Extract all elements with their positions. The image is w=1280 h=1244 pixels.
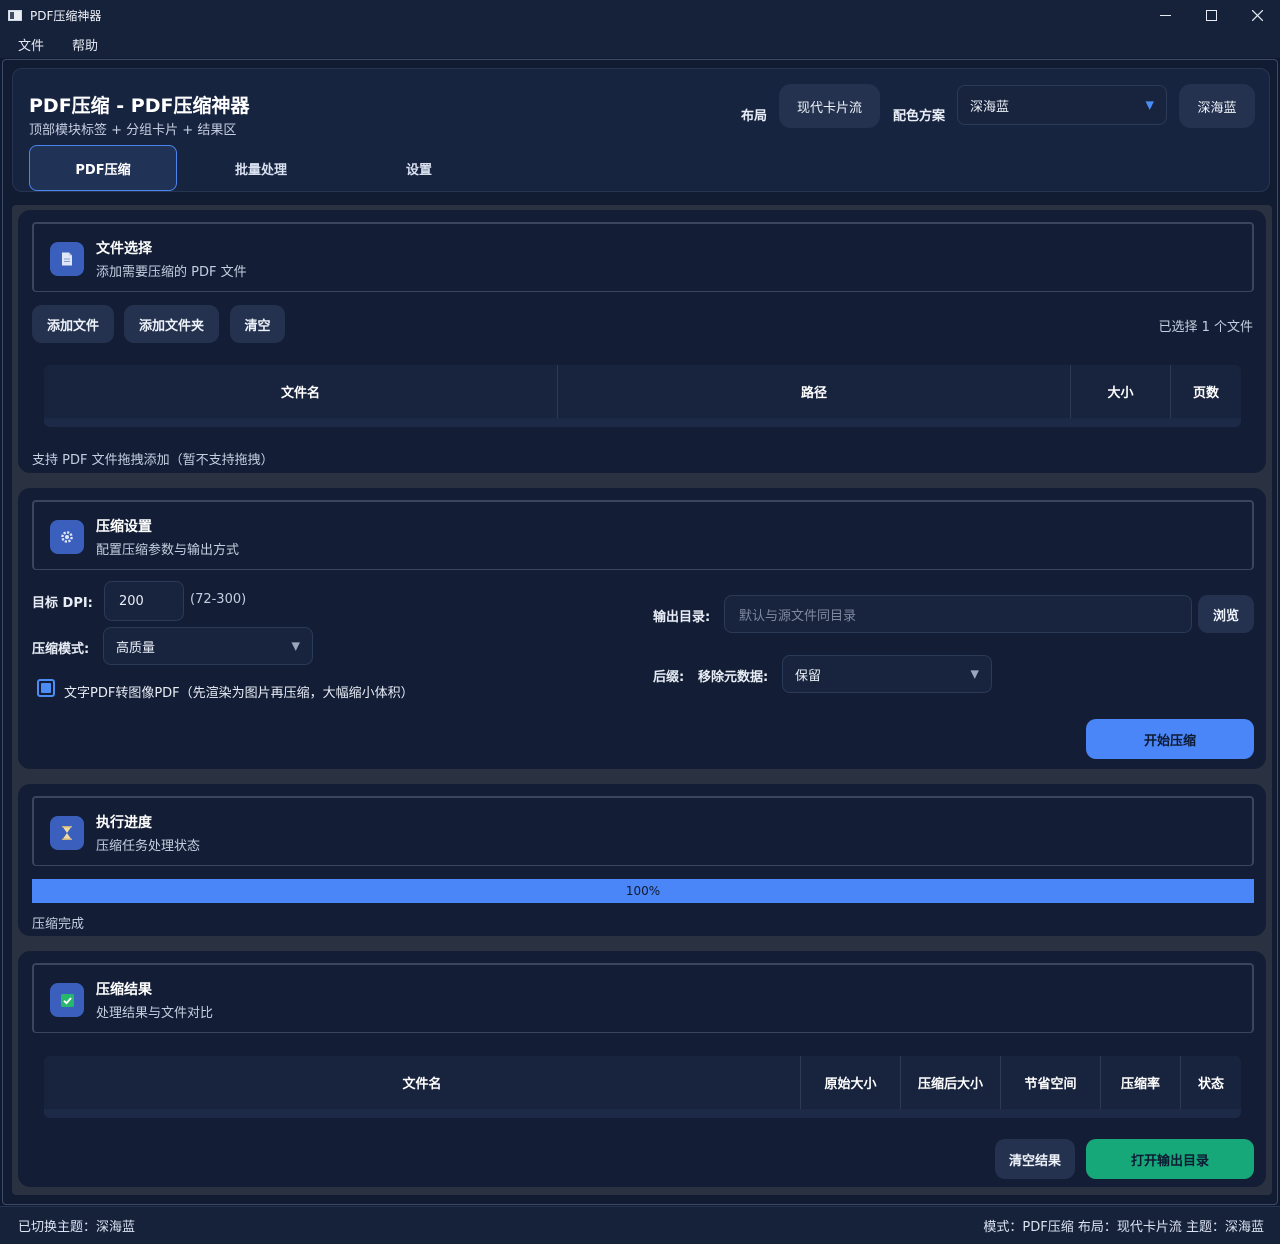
minimize-icon[interactable] <box>1142 0 1188 30</box>
tab-batch[interactable]: 批量处理 <box>187 145 335 191</box>
file-table-header: 文件名 路径 大小 页数 <box>44 365 1241 418</box>
status-message: 已切换主题：深海蓝 <box>18 1220 136 1235</box>
scheme-select-value: 深海蓝 <box>970 99 1010 115</box>
window-controls <box>1142 0 1280 30</box>
start-compress-button[interactable]: 开始压缩 <box>1086 719 1254 759</box>
card-header: 执行进度 压缩任务处理状态 <box>32 796 1254 866</box>
chevron-down-icon: ▼ <box>1145 98 1154 112</box>
file-selection-card: 文件选择 添加需要压缩的 PDF 文件 添加文件 添加文件夹 清空 已选择 1 … <box>18 210 1266 473</box>
page-title: PDF压缩 - PDF压缩神器 <box>29 95 250 117</box>
clear-button[interactable]: 清空 <box>230 305 285 343</box>
window-title: PDF压缩神器 <box>30 8 102 23</box>
document-icon <box>50 242 84 276</box>
file-table[interactable]: 文件名 路径 大小 页数 <box>44 365 1241 427</box>
add-folder-button[interactable]: 添加文件夹 <box>124 305 219 343</box>
column-header[interactable]: 页数 <box>1171 365 1241 418</box>
card-subtitle: 处理结果与文件对比 <box>96 1006 214 1021</box>
selected-count: 已选择 1 个文件 <box>1158 320 1253 335</box>
column-header[interactable]: 文件名 <box>44 365 558 418</box>
open-output-button[interactable]: 打开输出目录 <box>1086 1139 1254 1179</box>
header-card: PDF压缩 - PDF压缩神器 顶部模块标签 + 分组卡片 + 结果区 PDF压… <box>12 68 1270 192</box>
tab-pdf-compress[interactable]: PDF压缩 <box>29 145 177 191</box>
theme-button[interactable]: 深海蓝 <box>1179 84 1255 128</box>
status-info: 模式：PDF压缩 布局：现代卡片流 主题：深海蓝 <box>983 1220 1264 1235</box>
convert-checkbox[interactable] <box>37 679 55 697</box>
menu-file[interactable]: 文件 <box>10 35 52 54</box>
column-header[interactable]: 原始大小 <box>801 1056 901 1109</box>
title-bar: PDF压缩神器 <box>0 0 1280 30</box>
metadata-label: 移除元数据: <box>698 670 769 685</box>
metadata-select-value: 保留 <box>795 668 822 684</box>
output-label: 输出目录: <box>653 610 711 625</box>
output-dir-input[interactable]: 默认与源文件同目录 <box>724 595 1192 633</box>
app-icon <box>8 9 22 21</box>
card-title: 压缩结果 <box>96 982 152 998</box>
card-subtitle: 添加需要压缩的 PDF 文件 <box>96 265 247 280</box>
gear-icon <box>50 520 84 554</box>
progress-track: 100% <box>32 879 1254 903</box>
card-header: 文件选择 添加需要压缩的 PDF 文件 <box>32 222 1254 292</box>
metadata-select[interactable]: 保留 ▼ <box>782 655 992 693</box>
chevron-down-icon: ▼ <box>970 667 979 681</box>
clear-results-button[interactable]: 清空结果 <box>995 1139 1075 1179</box>
status-bar: 已切换主题：深海蓝 模式：PDF压缩 布局：现代卡片流 主题：深海蓝 <box>0 1206 1280 1244</box>
progress-status: 压缩完成 <box>32 917 85 932</box>
dpi-input[interactable]: 200 <box>104 581 184 621</box>
file-table-body <box>44 418 1241 427</box>
scheme-select[interactable]: 深海蓝 ▼ <box>957 85 1167 125</box>
mode-select-value: 高质量 <box>116 640 156 656</box>
convert-label: 文字PDF转图像PDF（先渲染为图片再压缩，大幅缩小体积） <box>64 686 414 701</box>
card-title: 文件选择 <box>96 241 152 257</box>
main-frame: PDF压缩 - PDF压缩神器 顶部模块标签 + 分组卡片 + 结果区 PDF压… <box>2 59 1278 1205</box>
tab-settings[interactable]: 设置 <box>345 145 493 191</box>
result-card: 压缩结果 处理结果与文件对比 文件名 原始大小 压缩后大小 节省空间 压缩率 状… <box>18 951 1266 1187</box>
dpi-range: (72-300) <box>190 592 247 607</box>
card-header: 压缩设置 配置压缩参数与输出方式 <box>32 500 1254 570</box>
result-table-body <box>44 1109 1241 1118</box>
column-header[interactable]: 状态 <box>1181 1056 1241 1109</box>
menu-bar: 文件 帮助 <box>0 30 1280 58</box>
maximize-icon[interactable] <box>1188 0 1234 30</box>
dpi-label: 目标 DPI: <box>32 596 93 611</box>
column-header[interactable]: 文件名 <box>44 1056 801 1109</box>
progress-bar: 100% <box>32 879 1254 903</box>
menu-help[interactable]: 帮助 <box>64 35 106 54</box>
layout-button[interactable]: 现代卡片流 <box>779 84 880 128</box>
column-header[interactable]: 压缩率 <box>1101 1056 1181 1109</box>
card-header: 压缩结果 处理结果与文件对比 <box>32 963 1254 1033</box>
suffix-label: 后缀: <box>653 670 685 685</box>
card-subtitle: 压缩任务处理状态 <box>96 839 201 854</box>
page-subtitle: 顶部模块标签 + 分组卡片 + 结果区 <box>29 123 237 138</box>
checkmark-icon <box>50 983 84 1017</box>
close-icon[interactable] <box>1234 0 1280 30</box>
hourglass-icon <box>50 816 84 850</box>
column-header[interactable]: 压缩后大小 <box>901 1056 1001 1109</box>
content-scroll-area[interactable]: 文件选择 添加需要压缩的 PDF 文件 添加文件 添加文件夹 清空 已选择 1 … <box>12 205 1272 1195</box>
browse-button[interactable]: 浏览 <box>1198 595 1254 633</box>
result-table[interactable]: 文件名 原始大小 压缩后大小 节省空间 压缩率 状态 <box>44 1056 1241 1118</box>
drag-hint: 支持 PDF 文件拖拽添加（暂不支持拖拽） <box>32 453 274 468</box>
card-title: 执行进度 <box>96 815 152 831</box>
scheme-label: 配色方案 <box>893 109 946 124</box>
layout-label: 布局 <box>741 109 768 124</box>
column-header[interactable]: 节省空间 <box>1001 1056 1101 1109</box>
card-title: 压缩设置 <box>96 519 152 535</box>
column-header[interactable]: 大小 <box>1071 365 1171 418</box>
chevron-down-icon: ▼ <box>291 639 300 653</box>
compression-settings-card: 压缩设置 配置压缩参数与输出方式 目标 DPI: 200 (72-300) 压缩… <box>18 488 1266 769</box>
mode-select[interactable]: 高质量 ▼ <box>103 627 313 665</box>
card-subtitle: 配置压缩参数与输出方式 <box>96 543 240 558</box>
mode-label: 压缩模式: <box>32 642 90 657</box>
column-header[interactable]: 路径 <box>558 365 1071 418</box>
progress-text: 100% <box>625 884 661 898</box>
result-table-header: 文件名 原始大小 压缩后大小 节省空间 压缩率 状态 <box>44 1056 1241 1109</box>
add-file-button[interactable]: 添加文件 <box>32 305 114 343</box>
progress-card: 执行进度 压缩任务处理状态 100% 压缩完成 <box>18 784 1266 936</box>
